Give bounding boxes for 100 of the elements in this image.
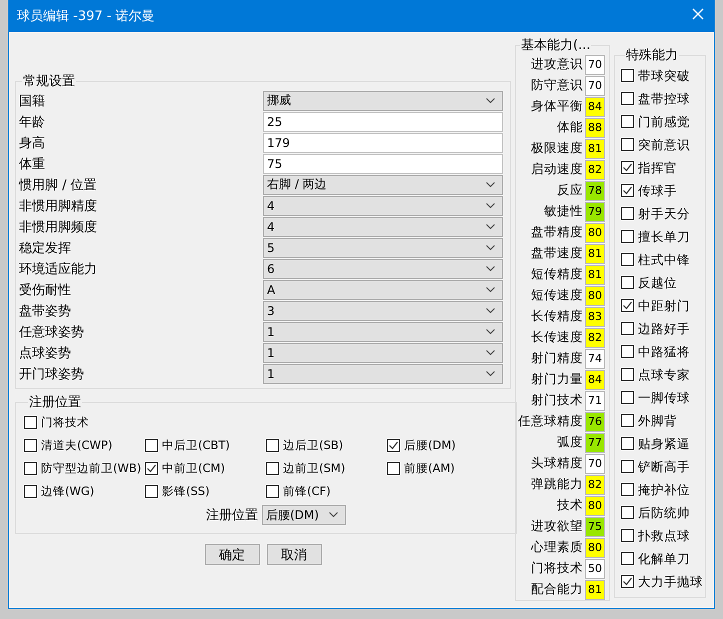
checkbox-label: 带球突破 bbox=[638, 68, 690, 83]
checkbox[interactable] bbox=[621, 92, 634, 105]
chevron-down-icon bbox=[486, 244, 495, 250]
stat-label: 心理素质 bbox=[531, 539, 583, 556]
checkbox[interactable] bbox=[145, 439, 158, 452]
stat-value[interactable]: 70 bbox=[585, 454, 605, 474]
stat-value[interactable]: 79 bbox=[585, 202, 605, 222]
dialog-button[interactable]: 确定 bbox=[204, 544, 260, 565]
chevron-down-icon bbox=[486, 350, 495, 356]
stat-value[interactable]: 78 bbox=[585, 180, 605, 200]
input-field[interactable]: 179 bbox=[263, 132, 503, 152]
stat-value[interactable]: 80 bbox=[585, 496, 605, 516]
checkbox[interactable] bbox=[145, 462, 158, 475]
dropdown[interactable]: 4 bbox=[263, 216, 503, 236]
dropdown[interactable]: 挪威 bbox=[263, 90, 503, 110]
checkbox-label: 扑救点球 bbox=[638, 528, 690, 543]
checkbox[interactable] bbox=[621, 506, 634, 519]
stat-value[interactable]: 75 bbox=[585, 516, 605, 536]
checkbox[interactable] bbox=[621, 161, 634, 174]
checkbox[interactable] bbox=[621, 368, 634, 381]
checkbox-label: 中距射门 bbox=[638, 298, 690, 313]
checkbox[interactable] bbox=[621, 575, 634, 588]
stat-value[interactable]: 70 bbox=[585, 54, 605, 74]
stat-value[interactable]: 80 bbox=[585, 538, 605, 558]
stat-label: 短传精度 bbox=[531, 266, 583, 283]
stat-value[interactable]: 80 bbox=[585, 222, 605, 242]
checkbox[interactable] bbox=[387, 462, 400, 475]
stat-value[interactable]: 71 bbox=[585, 390, 605, 410]
dropdown[interactable]: 1 bbox=[263, 342, 503, 362]
stat-value[interactable]: 81 bbox=[585, 580, 605, 600]
checkbox-label: 传球手 bbox=[638, 183, 677, 198]
stat-value[interactable]: 76 bbox=[585, 412, 605, 432]
stat-value[interactable]: 77 bbox=[585, 432, 605, 452]
checkbox[interactable] bbox=[621, 69, 634, 82]
checkbox[interactable] bbox=[145, 485, 158, 498]
stat-value[interactable]: 88 bbox=[585, 118, 605, 138]
input-field[interactable]: 25 bbox=[263, 112, 503, 132]
dropdown[interactable]: 后腰(DM) bbox=[262, 505, 346, 525]
stat-value[interactable]: 70 bbox=[585, 76, 605, 96]
checkbox[interactable] bbox=[621, 138, 634, 151]
checkbox[interactable] bbox=[621, 460, 634, 473]
stat-label: 长传速度 bbox=[531, 329, 583, 346]
stat-value[interactable]: 74 bbox=[585, 348, 605, 368]
stat-value[interactable]: 81 bbox=[585, 138, 605, 158]
dropdown[interactable]: 5 bbox=[263, 238, 503, 258]
checkbox[interactable] bbox=[266, 439, 279, 452]
checkbox[interactable] bbox=[266, 462, 279, 475]
dropdown[interactable]: A bbox=[263, 280, 503, 300]
input-field[interactable]: 75 bbox=[263, 154, 503, 174]
checkbox[interactable] bbox=[24, 439, 37, 452]
checkbox-label: 擅长单刀 bbox=[638, 229, 690, 244]
checkbox[interactable] bbox=[621, 483, 634, 496]
group-title: 特殊能力 bbox=[625, 47, 679, 64]
checkbox[interactable] bbox=[621, 230, 634, 243]
chevron-down-icon bbox=[486, 202, 495, 208]
dialog-button[interactable]: 取消 bbox=[266, 544, 322, 565]
stat-value[interactable]: 80 bbox=[585, 286, 605, 306]
checkbox[interactable] bbox=[621, 414, 634, 427]
checkbox-label: 中路猛将 bbox=[638, 344, 690, 359]
window-title: 球员编辑 -397 - 诺尔曼 bbox=[17, 8, 155, 25]
stat-value[interactable]: 84 bbox=[585, 370, 605, 390]
checkbox[interactable] bbox=[24, 416, 37, 429]
checkbox[interactable] bbox=[266, 485, 279, 498]
checkbox[interactable] bbox=[621, 276, 634, 289]
close-icon[interactable] bbox=[692, 8, 704, 20]
chevron-down-icon bbox=[486, 224, 495, 230]
stat-label: 射门精度 bbox=[531, 350, 583, 367]
checkbox-label: 前锋(CF) bbox=[283, 484, 331, 499]
checkbox-label: 边前卫(SM) bbox=[283, 461, 346, 476]
stat-value[interactable]: 81 bbox=[585, 244, 605, 264]
checkbox[interactable] bbox=[621, 115, 634, 128]
checkbox[interactable] bbox=[621, 207, 634, 220]
stat-value[interactable]: 50 bbox=[585, 558, 605, 578]
stat-value[interactable]: 82 bbox=[585, 474, 605, 494]
stat-label: 门将技术 bbox=[531, 560, 583, 577]
checkbox-label: 防守型边前卫(WB) bbox=[41, 461, 142, 476]
stat-value[interactable]: 82 bbox=[585, 160, 605, 180]
dropdown[interactable]: 1 bbox=[263, 364, 503, 384]
chevron-down-icon bbox=[486, 98, 495, 104]
checkbox[interactable] bbox=[621, 184, 634, 197]
stat-value[interactable]: 82 bbox=[585, 328, 605, 348]
checkbox[interactable] bbox=[621, 253, 634, 266]
dropdown[interactable]: 右脚 / 两边 bbox=[263, 174, 503, 194]
checkbox[interactable] bbox=[621, 391, 634, 404]
checkbox[interactable] bbox=[387, 439, 400, 452]
dropdown[interactable]: 1 bbox=[263, 322, 503, 342]
dropdown[interactable]: 3 bbox=[263, 300, 503, 320]
checkbox[interactable] bbox=[621, 299, 634, 312]
checkbox[interactable] bbox=[24, 485, 37, 498]
checkbox[interactable] bbox=[621, 437, 634, 450]
stat-value[interactable]: 83 bbox=[585, 306, 605, 326]
checkbox[interactable] bbox=[621, 345, 634, 358]
checkbox[interactable] bbox=[621, 322, 634, 335]
dropdown[interactable]: 6 bbox=[263, 258, 503, 278]
checkbox[interactable] bbox=[621, 529, 634, 542]
dropdown[interactable]: 4 bbox=[263, 196, 503, 216]
checkbox[interactable] bbox=[24, 462, 37, 475]
stat-value[interactable]: 84 bbox=[585, 96, 605, 116]
checkbox[interactable] bbox=[621, 552, 634, 565]
stat-value[interactable]: 81 bbox=[585, 264, 605, 284]
